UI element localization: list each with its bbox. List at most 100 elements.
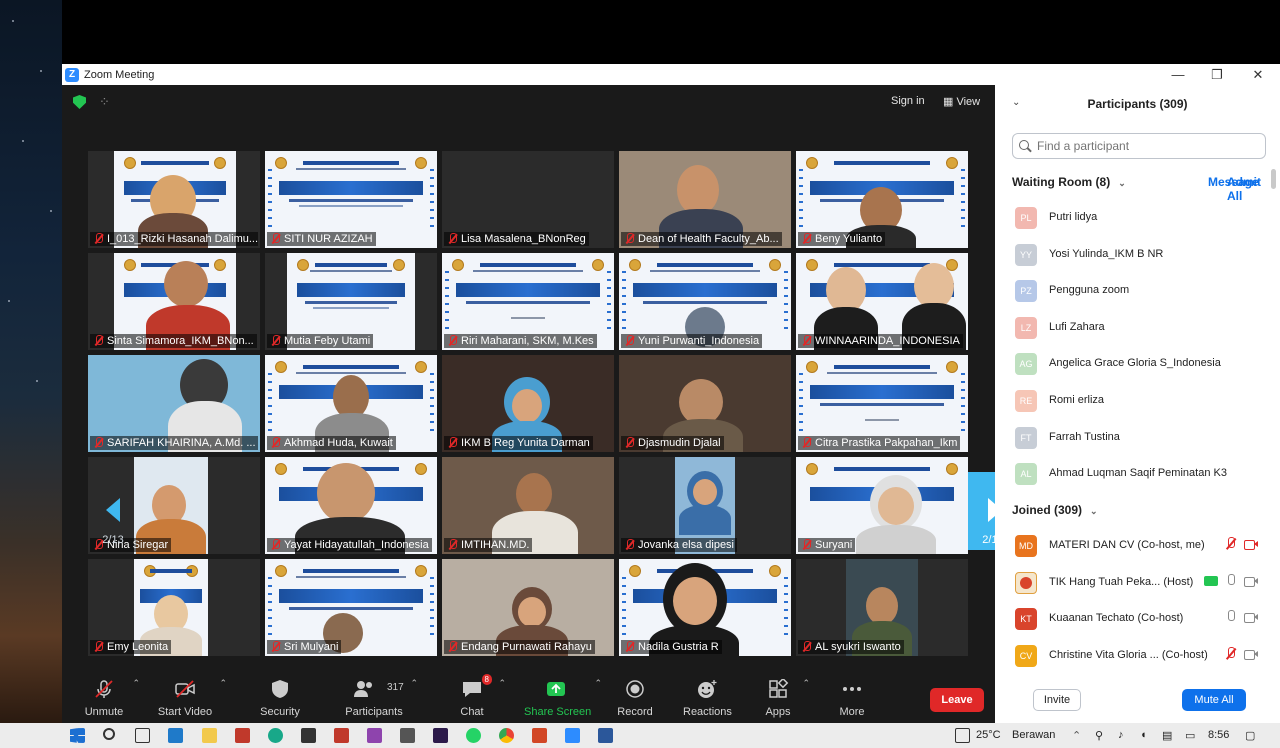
unmute-button[interactable]: ⌃ Unmute (82, 668, 140, 723)
video-tile[interactable]: Sinta Simamora_IKM_BNon... (88, 253, 260, 350)
chat-button[interactable]: 8 ⌃ Chat (452, 668, 506, 723)
waiting-participant-row[interactable]: LZ Lufi Zahara (995, 309, 1280, 345)
chevron-up-icon[interactable]: ⌃ (1072, 729, 1081, 742)
video-tile[interactable]: IMTIHAN.MD. (442, 457, 614, 554)
waiting-participant-row[interactable]: AL Ahmad Luqman Saqif Peminatan K3 (995, 455, 1280, 491)
zoom-icon[interactable] (565, 728, 580, 743)
app-icon[interactable] (235, 728, 250, 743)
video-tile[interactable]: Akhmad Huda, Kuwait (265, 355, 437, 452)
video-tile[interactable]: Nadila Gustria R (619, 559, 791, 656)
meeting-info-icon[interactable]: ⁘ (99, 95, 113, 109)
video-tile[interactable]: AL syukri Iswanto (796, 559, 968, 656)
participant-name-tag: IMTIHAN.MD. (444, 538, 533, 552)
network-icon[interactable]: ⚲ (1095, 729, 1103, 742)
start-video-button[interactable]: ⌃ Start Video (157, 668, 227, 723)
waiting-participant-row[interactable]: RE Romi erliza (995, 382, 1280, 418)
video-tile[interactable]: WINNAARINDA_INDONESIA (796, 253, 968, 350)
whatsapp-icon[interactable] (466, 728, 481, 743)
participant-name: Yosi Yulinda_IKM B NR (1049, 247, 1164, 260)
participant-row[interactable]: MD MATERI DAN CV (Co-host, me) (995, 527, 1280, 563)
language-icon[interactable]: ▤ (1162, 729, 1172, 742)
weather-icon[interactable] (955, 728, 970, 743)
muted-mic-icon (1224, 537, 1238, 551)
video-tile[interactable]: Yuni Purwanti_Indonesia (619, 253, 791, 350)
windows-start-icon[interactable] (70, 728, 85, 743)
volume-icon[interactable]: ♪ (1118, 729, 1124, 741)
video-tile[interactable]: Beny Yulianto (796, 151, 968, 248)
reactions-button[interactable]: Reactions (683, 668, 732, 723)
panel-scrollbar[interactable] (1271, 169, 1276, 189)
view-button[interactable]: ▦ View (943, 95, 980, 108)
mega-icon[interactable] (334, 728, 349, 743)
participant-name-tag: Lisa Masalena_BNonReg (444, 232, 589, 246)
video-tile[interactable]: Jovanka elsa dipesi (619, 457, 791, 554)
leave-button[interactable]: Leave (930, 688, 984, 712)
view-label: View (956, 96, 981, 108)
participant-search-input[interactable] (1012, 133, 1266, 159)
avatar: AL (1015, 463, 1037, 486)
vscode-icon[interactable] (168, 728, 183, 743)
search-icon[interactable] (103, 728, 115, 740)
previous-page-button[interactable]: 2/13 (88, 472, 138, 550)
chrome-icon[interactable] (499, 728, 514, 743)
apps-button[interactable]: ⌃ Apps (760, 668, 810, 723)
video-tile[interactable]: Djasmudin Djalal (619, 355, 791, 452)
waiting-participant-row[interactable]: FT Farrah Tustina (995, 419, 1280, 455)
participant-row[interactable]: KT Kuaanan Techato (Co-host) (995, 600, 1280, 636)
terminal-icon[interactable] (301, 728, 316, 743)
black-background (62, 0, 1280, 64)
security-button[interactable]: Security (258, 668, 302, 723)
video-tile[interactable]: I_013_Rizki Hasanah Dalimu... (88, 151, 260, 248)
video-tile[interactable]: Emy Leonita (88, 559, 260, 656)
app-icon[interactable] (400, 728, 415, 743)
word-icon[interactable] (598, 728, 613, 743)
muted-mic-icon (93, 233, 104, 245)
waiting-room-header[interactable]: Waiting Room (8) ⌄ (1012, 175, 1126, 189)
video-tile[interactable]: Dean of Health Faculty_Ab... (619, 151, 791, 248)
video-tile[interactable]: Mutia Feby Utami (265, 253, 437, 350)
video-tile[interactable]: Sri Mulyani (265, 559, 437, 656)
edge-icon[interactable] (268, 728, 283, 743)
video-tile[interactable]: SARIFAH KHAIRINA, A.Md. ... (88, 355, 260, 452)
video-tile[interactable]: Endang Purnawati Rahayu (442, 559, 614, 656)
minimize-button[interactable]: — (1158, 64, 1198, 85)
waiting-participant-row[interactable]: YY Yosi Yulinda_IKM B NR (995, 236, 1280, 272)
participants-button[interactable]: 317 ⌃ Participants (344, 668, 418, 723)
app-icon[interactable] (367, 728, 382, 743)
video-tile[interactable]: Yayat Hidayatullah_Indonesia (265, 457, 437, 554)
sign-in-link[interactable]: Sign in (891, 95, 925, 107)
maximize-button[interactable]: ❐ (1197, 64, 1237, 85)
video-tile[interactable]: Riri Maharani, SKM, M.Kes (442, 253, 614, 350)
notification-icon[interactable]: ▢ (1245, 729, 1255, 742)
video-tile[interactable]: IKM B Reg Yunita Darman (442, 355, 614, 452)
waiting-participant-row[interactable]: PL Putri lidya (995, 199, 1280, 235)
powerpoint-icon[interactable] (532, 728, 547, 743)
close-button[interactable]: ✕ (1238, 64, 1278, 85)
file-explorer-icon[interactable] (202, 728, 217, 743)
video-tile[interactable]: Lisa Masalena_BNonReg (442, 151, 614, 248)
battery-icon[interactable]: ▭ (1185, 729, 1195, 742)
clock[interactable]: 8:56 (1208, 729, 1229, 741)
waiting-participant-row[interactable]: PZ Pengguna zoom (995, 272, 1280, 308)
participant-row[interactable]: TIK Hang Tuah Peka... (Host) (995, 564, 1280, 600)
chevron-down-icon: ⌄ (1090, 506, 1098, 516)
more-button[interactable]: More (832, 668, 872, 723)
speaker-icon[interactable]: ◖ (1140, 729, 1147, 741)
video-tile[interactable]: Citra Prastika Pakpahan_Ikm (796, 355, 968, 452)
security-shield-icon[interactable] (73, 95, 86, 109)
video-tile[interactable]: Suryani (796, 457, 968, 554)
task-view-icon[interactable] (135, 728, 150, 743)
participant-name: MATERI DAN CV (Co-host, me) (1049, 539, 1205, 551)
mute-all-button[interactable]: Mute All (1182, 689, 1246, 711)
mic-icon (1224, 574, 1238, 588)
waiting-participant-row[interactable]: AG Angelica Grace Gloria S_Indonesia (995, 345, 1280, 381)
participant-row[interactable]: CV Christine Vita Gloria ... (Co-host) (995, 637, 1280, 673)
window-title: Zoom Meeting (84, 68, 155, 81)
participant-name-tag: Jovanka elsa dipesi (621, 538, 738, 552)
video-tile[interactable]: SITI NUR AZIZAH (265, 151, 437, 248)
invite-button[interactable]: Invite (1033, 689, 1081, 711)
joined-header[interactable]: Joined (309) ⌄ (1012, 503, 1098, 517)
record-button[interactable]: Record (615, 668, 655, 723)
share-screen-button[interactable]: ⌃ Share Screen (524, 668, 602, 723)
after-effects-icon[interactable] (433, 728, 448, 743)
